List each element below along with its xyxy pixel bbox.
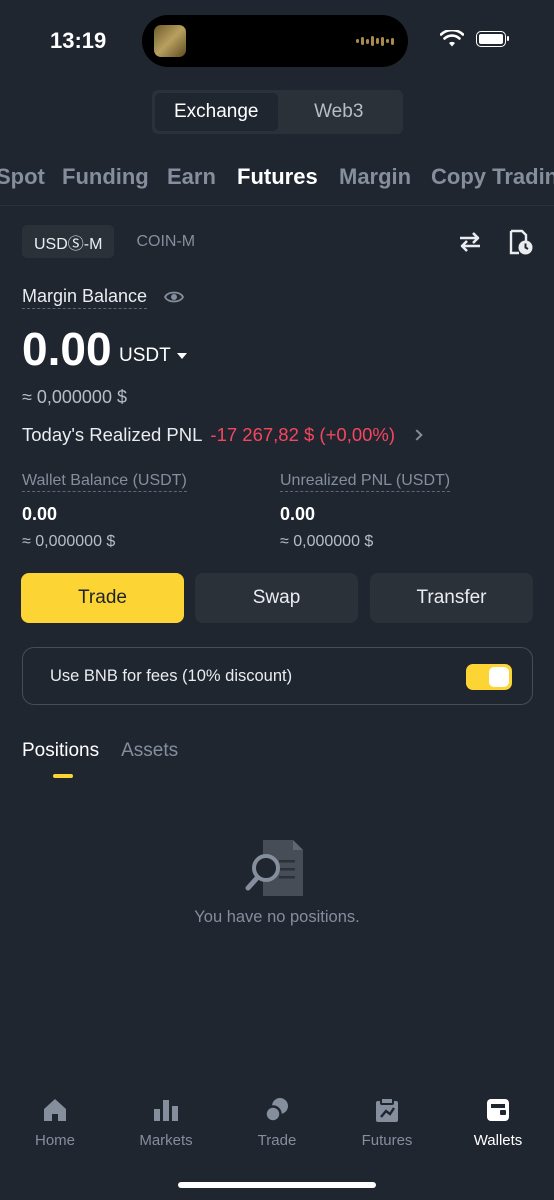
nav-home-label: Home <box>34 1132 75 1149</box>
nav-futures[interactable]: Futures <box>332 1096 442 1149</box>
transfer-arrows-icon[interactable] <box>456 228 484 256</box>
trade-button[interactable]: Trade <box>21 573 184 623</box>
nav-trade-label: Trade <box>257 1132 297 1149</box>
pnl-label: Today's Realized PNL <box>22 424 203 445</box>
battery-icon <box>476 31 509 47</box>
nav-markets[interactable]: Markets <box>111 1096 221 1149</box>
currency-selector[interactable]: USDT <box>119 345 187 367</box>
bnb-fee-label: Use BNB for fees (10% discount) <box>50 667 293 685</box>
dynamic-island[interactable] <box>142 15 408 67</box>
unrealized-pnl-label[interactable]: Unrealized PNL (USDT) <box>280 472 451 492</box>
tab-coin-m[interactable]: COIN-M <box>124 225 207 258</box>
tab-assets[interactable]: Assets <box>121 740 178 762</box>
transfer-button[interactable]: Transfer <box>370 573 533 623</box>
bnb-fee-card: Use BNB for fees (10% discount) <box>22 647 533 705</box>
home-icon <box>44 1099 66 1121</box>
wallet-balance-approx: ≈ 0,000000 $ <box>22 533 116 550</box>
futures-type-tabs: USDⓈ-M COIN-M <box>22 225 207 258</box>
audio-wave-icon <box>356 36 394 46</box>
nav-trade[interactable]: Trade <box>222 1096 332 1149</box>
bar-chart-icon <box>154 1100 178 1121</box>
bnb-fee-toggle[interactable] <box>466 664 512 690</box>
balance-approx: ≈ 0,000000 $ <box>22 387 127 407</box>
wallet-balance-block: Wallet Balance (USDT) 0.00 ≈ 0,000000 $ <box>22 472 187 551</box>
now-playing-artwork <box>154 25 186 57</box>
nav-wallets[interactable]: Wallets <box>443 1096 553 1149</box>
status-time: 13:19 <box>50 28 107 53</box>
unrealized-pnl-value: 0.00 <box>280 504 316 524</box>
tab-futures[interactable]: Futures <box>237 164 318 190</box>
unrealized-pnl-approx: ≈ 0,000000 $ <box>280 533 374 550</box>
segment-web3[interactable]: Web3 <box>278 93 401 131</box>
nav-markets-label: Markets <box>139 1132 193 1149</box>
wallet-balance-value: 0.00 <box>22 504 58 524</box>
empty-search-icon <box>245 840 303 896</box>
wifi-icon <box>440 30 464 47</box>
tab-funding[interactable]: Funding <box>62 164 149 190</box>
wallet-icon <box>487 1099 509 1121</box>
wallet-tabs: Spot Funding Earn Futures Margin Copy Tr… <box>0 160 554 206</box>
tab-usds-m[interactable]: USDⓈ-M <box>22 225 115 258</box>
caret-down-icon <box>176 353 187 359</box>
positions-tabs: Positions Assets <box>22 740 178 778</box>
account-type-switch: Exchange Web3 <box>152 90 403 134</box>
tab-margin[interactable]: Margin <box>339 164 411 190</box>
nav-futures-label: Futures <box>361 1132 413 1149</box>
empty-state-text: You have no positions. <box>194 908 360 926</box>
tab-earn[interactable]: Earn <box>167 164 216 190</box>
margin-balance-label[interactable]: Margin Balance <box>22 286 148 309</box>
futures-icon <box>376 1097 398 1122</box>
wallet-balance-label[interactable]: Wallet Balance (USDT) <box>22 472 187 492</box>
status-bar: 13:19 <box>0 0 554 82</box>
history-icon[interactable] <box>506 228 534 256</box>
home-indicator[interactable] <box>178 1182 376 1188</box>
trade-coins-icon <box>264 1098 288 1123</box>
tab-copy-trading[interactable]: Copy Trading <box>431 164 554 190</box>
segment-exchange[interactable]: Exchange <box>155 93 278 131</box>
status-icons <box>440 30 509 48</box>
eye-icon[interactable] <box>164 287 184 307</box>
nav-wallets-label: Wallets <box>473 1132 523 1149</box>
tab-spot[interactable]: Spot <box>0 164 45 190</box>
margin-balance-value: 0.00 <box>22 323 112 375</box>
chevron-right-icon <box>411 429 423 441</box>
nav-home[interactable]: Home <box>0 1096 110 1149</box>
pnl-value: -17 267,82 $ (+0,00%) <box>210 424 396 445</box>
swap-button[interactable]: Swap <box>195 573 358 623</box>
todays-pnl-row[interactable]: Today's Realized PNL -17 267,82 $ (+0,00… <box>22 424 423 446</box>
unrealized-pnl-block: Unrealized PNL (USDT) 0.00 ≈ 0,000000 $ <box>280 472 451 551</box>
tab-positions[interactable]: Positions <box>22 740 99 778</box>
currency-label: USDT <box>119 345 171 366</box>
